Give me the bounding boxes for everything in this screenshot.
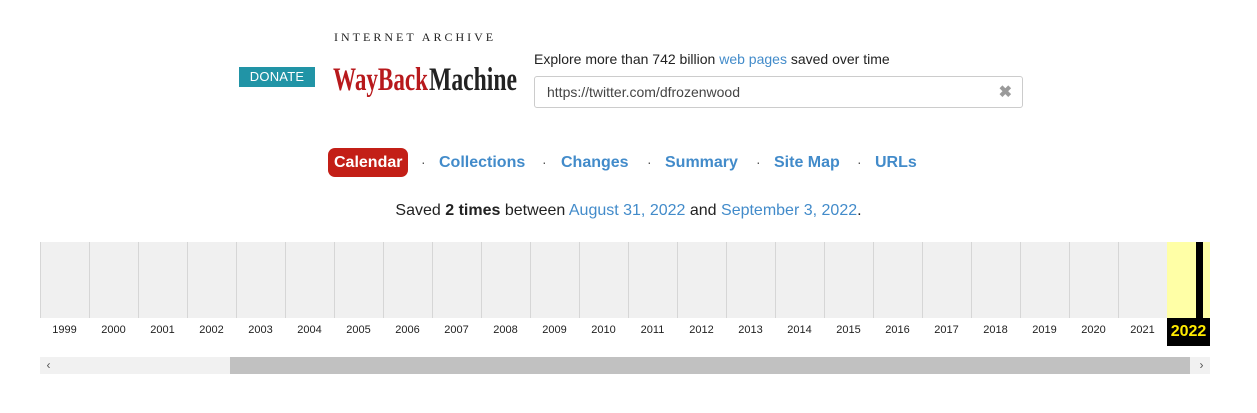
year-label-2006[interactable]: 2006 (383, 324, 432, 336)
saved-count: 2 times (445, 202, 501, 219)
year-column-2013[interactable] (726, 242, 775, 318)
year-column-2012[interactable] (677, 242, 726, 318)
year-column-2017[interactable] (922, 242, 971, 318)
internet-archive-title: INTERNET ARCHIVE (334, 30, 497, 44)
svg-text:Machine: Machine (429, 62, 517, 98)
tab-separator: · (857, 154, 862, 170)
year-column-2016[interactable] (873, 242, 922, 318)
nav-tabs: Calendar · Collections · Changes · Summa… (0, 148, 1257, 178)
url-search-box[interactable]: ✖ (534, 76, 1023, 108)
year-label-2016[interactable]: 2016 (873, 324, 922, 336)
year-column-2022[interactable] (1167, 242, 1210, 318)
first-capture-link[interactable]: August 31, 2022 (569, 202, 686, 219)
year-label-2014[interactable]: 2014 (775, 324, 824, 336)
tab-calendar[interactable]: Calendar (328, 148, 409, 177)
year-label-2015[interactable]: 2015 (824, 324, 873, 336)
donate-button[interactable]: DONATE (239, 67, 315, 87)
web-pages-link[interactable]: web pages (719, 51, 787, 67)
explore-prefix: Explore more than 742 billion (534, 51, 720, 67)
year-column-2004[interactable] (285, 242, 334, 318)
year-column-1999[interactable] (40, 242, 89, 318)
year-label-2020[interactable]: 2020 (1069, 324, 1118, 336)
wayback-machine-logo[interactable]: WayBack Machine (333, 44, 517, 98)
year-column-2003[interactable] (236, 242, 285, 318)
year-column-2015[interactable] (824, 242, 873, 318)
year-column-2009[interactable] (530, 242, 579, 318)
year-label-2019[interactable]: 2019 (1020, 324, 1069, 336)
year-label-2011[interactable]: 2011 (628, 324, 677, 336)
tab-separator: · (421, 154, 426, 170)
tab-collections[interactable]: Collections (439, 148, 525, 177)
year-label-2005[interactable]: 2005 (334, 324, 383, 336)
year-column-2010[interactable] (579, 242, 628, 318)
year-label-2001[interactable]: 2001 (138, 324, 187, 336)
saved-middle: between (500, 202, 569, 219)
tab-separator: · (756, 154, 761, 170)
saved-summary: Saved 2 times between August 31, 2022 an… (0, 202, 1257, 220)
year-column-2020[interactable] (1069, 242, 1118, 318)
year-label-2008[interactable]: 2008 (481, 324, 530, 336)
year-label-2004[interactable]: 2004 (285, 324, 334, 336)
svg-text:WayBack: WayBack (333, 62, 428, 98)
year-column-2006[interactable] (383, 242, 432, 318)
year-timeline[interactable] (40, 242, 1210, 318)
year-label-2013[interactable]: 2013 (726, 324, 775, 336)
timeline-scrollbar[interactable]: ‹ › (40, 357, 1210, 374)
tab-site-map[interactable]: Site Map (774, 148, 840, 177)
year-label-2003[interactable]: 2003 (236, 324, 285, 336)
year-label-2021[interactable]: 2021 (1118, 324, 1167, 336)
tab-separator: · (542, 154, 547, 170)
scrollbar-thumb[interactable] (230, 357, 1190, 374)
year-column-2000[interactable] (89, 242, 138, 318)
year-label-1999[interactable]: 1999 (40, 324, 89, 336)
scroll-right-icon[interactable]: › (1193, 357, 1210, 374)
year-label-2000[interactable]: 2000 (89, 324, 138, 336)
saved-prefix: Saved (395, 202, 446, 219)
year-column-2008[interactable] (481, 242, 530, 318)
year-column-2001[interactable] (138, 242, 187, 318)
year-label-2018[interactable]: 2018 (971, 324, 1020, 336)
capture-bar[interactable] (1196, 242, 1203, 318)
year-label-2010[interactable]: 2010 (579, 324, 628, 336)
year-column-2005[interactable] (334, 242, 383, 318)
tab-changes[interactable]: Changes (561, 148, 629, 177)
url-input[interactable] (547, 77, 987, 107)
year-label-2017[interactable]: 2017 (922, 324, 971, 336)
scroll-left-icon[interactable]: ‹ (40, 357, 57, 374)
year-column-2021[interactable] (1118, 242, 1167, 318)
year-label-2012[interactable]: 2012 (677, 324, 726, 336)
year-column-2007[interactable] (432, 242, 481, 318)
year-label-2002[interactable]: 2002 (187, 324, 236, 336)
year-column-2014[interactable] (775, 242, 824, 318)
year-column-2011[interactable] (628, 242, 677, 318)
tab-summary[interactable]: Summary (665, 148, 738, 177)
explore-suffix: saved over time (786, 51, 890, 67)
explore-text: Explore more than 742 billion web pages … (534, 51, 890, 67)
saved-and: and (685, 202, 722, 219)
year-label-2022[interactable]: 2022 (1167, 318, 1210, 346)
year-label-2007[interactable]: 2007 (432, 324, 481, 336)
saved-suffix: . (857, 202, 862, 219)
clear-icon[interactable]: ✖ (999, 82, 1012, 102)
year-column-2002[interactable] (187, 242, 236, 318)
year-label-2009[interactable]: 2009 (530, 324, 579, 336)
last-capture-link[interactable]: September 3, 2022 (721, 202, 857, 219)
tab-urls[interactable]: URLs (875, 148, 917, 177)
tab-separator: · (647, 154, 652, 170)
year-column-2018[interactable] (971, 242, 1020, 318)
year-column-2019[interactable] (1020, 242, 1069, 318)
